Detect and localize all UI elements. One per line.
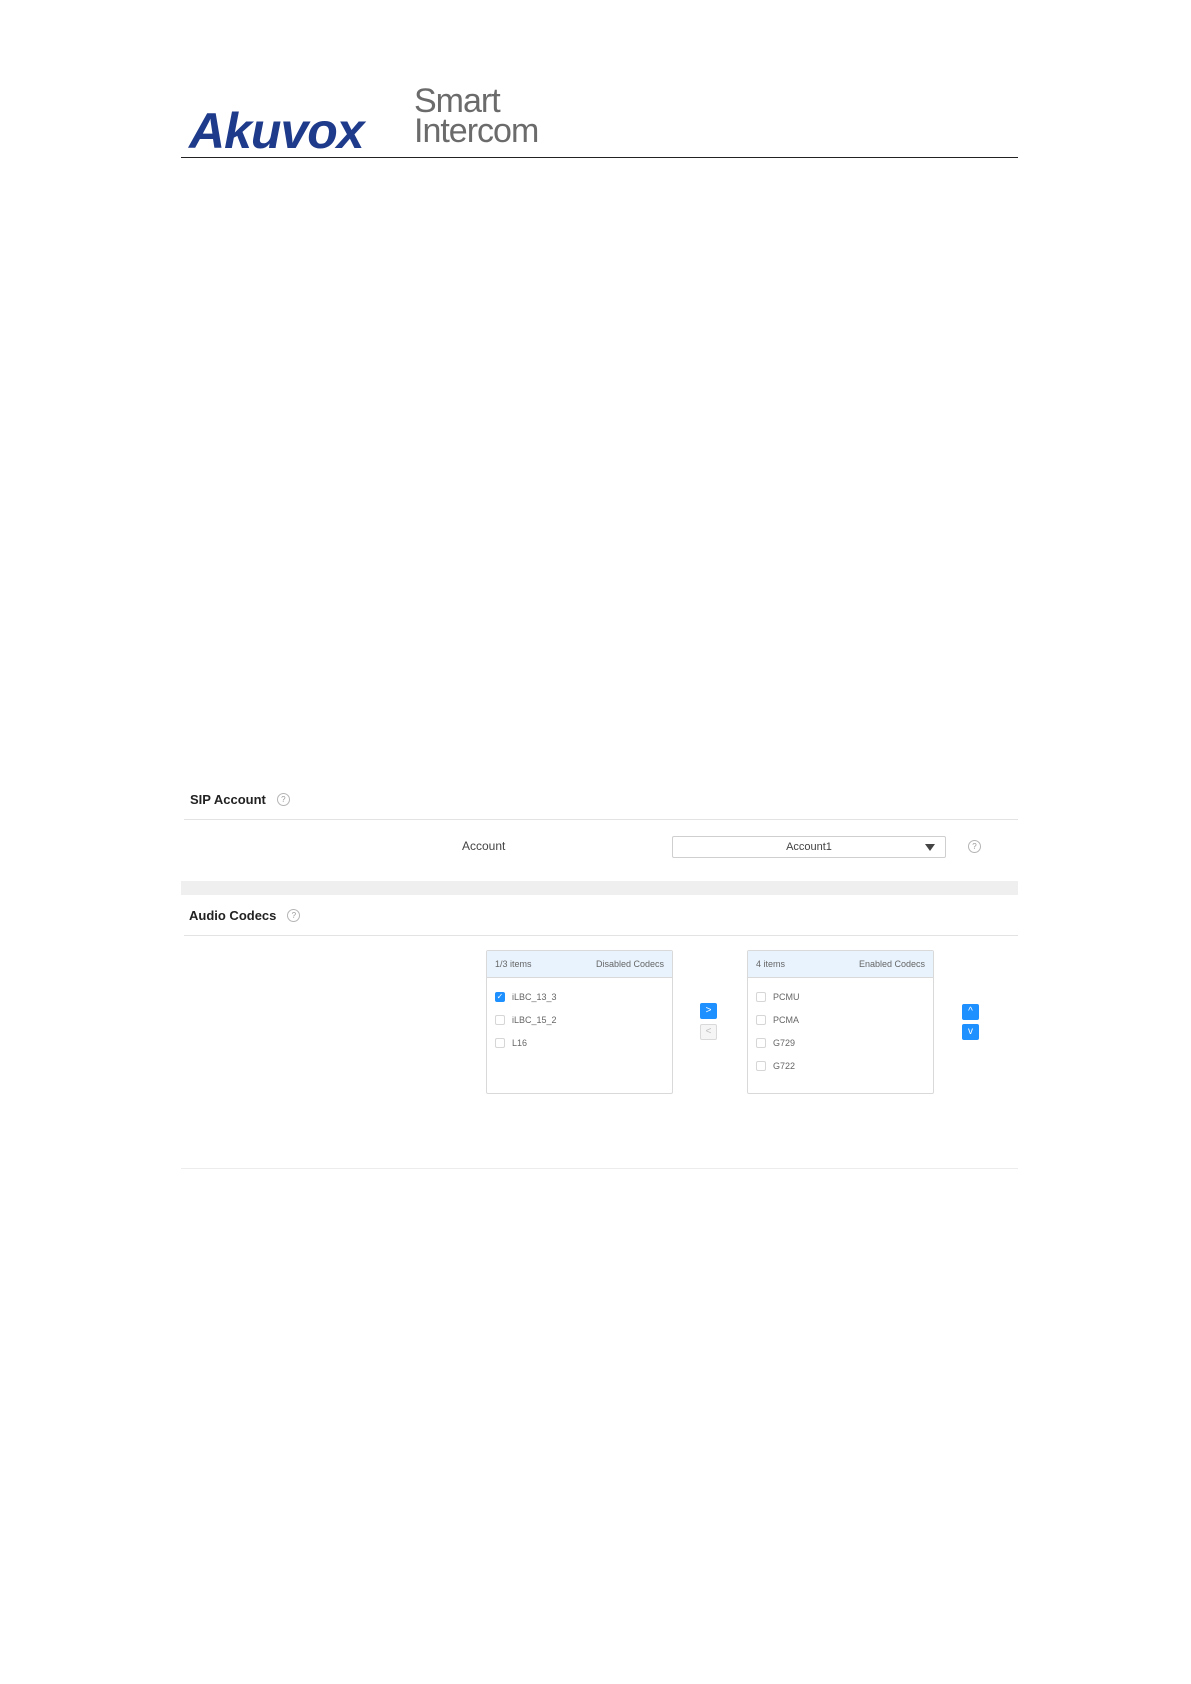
checkbox[interactable] <box>756 1014 766 1025</box>
sip-account-title: SIP Account ? <box>190 792 290 807</box>
checkbox[interactable] <box>495 1014 505 1025</box>
account-label: Account <box>462 839 506 853</box>
checkbox[interactable] <box>756 991 766 1002</box>
section-divider <box>184 819 1018 820</box>
list-item[interactable]: ✓ iLBC_13_3 <box>487 985 672 1008</box>
section-divider <box>184 935 1018 936</box>
section-separator-band <box>181 881 1018 895</box>
list-item[interactable]: G722 <box>748 1054 933 1077</box>
help-icon[interactable]: ? <box>968 840 981 853</box>
enabled-codecs-panel: 4 items Enabled Codecs PCMU PCMA G729 G7… <box>747 950 934 1094</box>
disabled-codecs-list: ✓ iLBC_13_3 iLBC_15_2 L16 <box>487 978 672 1054</box>
list-item[interactable]: iLBC_15_2 <box>487 1008 672 1031</box>
panel-header: 1/3 items Disabled Codecs <box>487 951 672 978</box>
list-item[interactable]: G729 <box>748 1031 933 1054</box>
checkbox[interactable] <box>756 1037 766 1048</box>
help-icon[interactable]: ? <box>276 793 290 806</box>
move-up-button[interactable]: ^ <box>962 1004 979 1020</box>
list-item[interactable]: PCMU <box>748 985 933 1008</box>
document-header: Akuvox Smart Intercom <box>181 82 1018 159</box>
disabled-panel-title: Disabled Codecs <box>595 959 664 969</box>
panel-header: 4 items Enabled Codecs <box>748 951 933 978</box>
list-item[interactable]: PCMA <box>748 1008 933 1031</box>
caret-down-icon <box>925 844 935 851</box>
enabled-count: 4 items <box>756 959 786 969</box>
move-down-button[interactable]: v <box>962 1024 979 1040</box>
account-select[interactable]: Account1 <box>672 836 946 858</box>
move-right-button[interactable]: > <box>700 1003 717 1019</box>
header-divider <box>181 157 1018 158</box>
disabled-count: 1/3 items <box>495 959 532 969</box>
audio-codecs-title: Audio Codecs ? <box>189 908 301 923</box>
enabled-codecs-list: PCMU PCMA G729 G722 <box>748 978 933 1077</box>
logo-tagline: Smart Intercom <box>414 82 539 150</box>
list-item[interactable]: L16 <box>487 1031 672 1054</box>
akuvox-logo: Akuvox <box>189 103 365 159</box>
help-icon[interactable]: ? <box>287 909 301 922</box>
disabled-codecs-panel: 1/3 items Disabled Codecs ✓ iLBC_13_3 iL… <box>486 950 673 1094</box>
enabled-panel-title: Enabled Codecs <box>858 959 925 969</box>
checkbox-checked[interactable]: ✓ <box>495 991 505 1002</box>
section-bottom-divider <box>181 1168 1018 1169</box>
checkbox[interactable] <box>756 1060 766 1071</box>
checkbox[interactable] <box>495 1037 505 1048</box>
account-select-value: Account1 <box>786 841 832 853</box>
move-left-button[interactable]: < <box>700 1024 717 1040</box>
